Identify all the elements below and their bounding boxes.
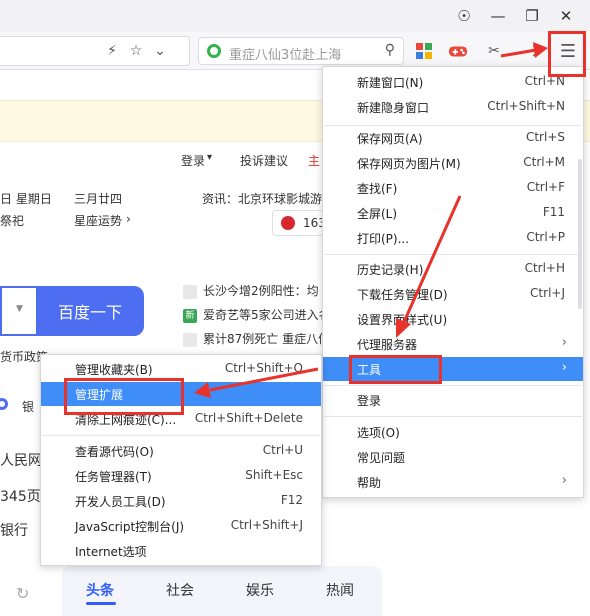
menu-item-help[interactable]: 帮助 › <box>323 470 583 494</box>
tab-entertainment[interactable]: 娱乐 <box>246 580 274 600</box>
menu-item-save-page[interactable]: 保存网页(A) Ctrl+S <box>323 126 583 150</box>
search-icon[interactable]: ⚲ <box>385 42 395 58</box>
lightning-icon[interactable]: ⚡ <box>102 41 122 61</box>
hot-item[interactable]: 新爱奇艺等5家公司进入名 <box>183 306 331 323</box>
radio-icon[interactable] <box>0 398 8 410</box>
scissors-icon[interactable]: ✂ <box>484 41 504 61</box>
menu-item-new-window[interactable]: 新建窗口(N) Ctrl+N <box>323 70 583 94</box>
chevron-right-icon: › <box>561 473 567 488</box>
left-link[interactable]: 人民网 <box>0 450 42 470</box>
left-link[interactable]: 银行 <box>0 520 28 540</box>
close-icon[interactable]: ✕ <box>554 4 578 28</box>
horoscope-chevron-icon: › <box>126 212 131 226</box>
date-weekday: 日 星期日 <box>0 192 52 206</box>
search-box[interactable]: 重症八仙3位赴上海 ⚲ <box>198 37 404 65</box>
tab-underline <box>86 602 116 605</box>
menu-item-proxy[interactable]: 代理服务器 › <box>323 332 583 356</box>
menu-item-theme[interactable]: 设置界面样式(U) <box>323 307 583 331</box>
caret-down-icon: ▼ <box>16 304 23 314</box>
baidu-search-input[interactable]: ▼ <box>0 286 36 336</box>
main-tab-link[interactable]: 主 <box>308 152 320 169</box>
menu-item-faq[interactable]: 常见问题 <box>323 445 583 469</box>
game-icon[interactable] <box>448 41 468 61</box>
chevron-right-icon: › <box>561 360 567 375</box>
annotation-box-extensions <box>64 378 184 415</box>
annotation-box-tools <box>349 355 442 384</box>
netease-icon <box>281 216 295 230</box>
address-bar[interactable]: ⚡ ☆ ⌄ <box>0 36 190 66</box>
login-link[interactable]: 登录 <box>181 152 205 169</box>
search-engine-icon <box>207 44 221 58</box>
menu-separator <box>42 435 320 436</box>
lunar-date: 三月廿四 <box>74 192 123 206</box>
submenu-item-js-console[interactable]: JavaScript控制台(J) Ctrl+Shift+J <box>41 514 321 538</box>
main-menu: 新建窗口(N) Ctrl+N 新建隐身窗口 Ctrl+Shift+N 保存网页(A)… <box>322 66 584 498</box>
star-icon[interactable]: ☆ <box>126 41 146 61</box>
refresh-icon[interactable]: ↻ <box>16 584 29 603</box>
login-caret-icon: ▾ <box>207 152 213 163</box>
submenu-item-internet-options[interactable]: Internet选项 <box>41 539 321 563</box>
search-icon <box>183 284 197 299</box>
search-placeholder: 重症八仙3位赴上海 <box>229 48 342 63</box>
menu-item-new-incognito[interactable]: 新建隐身窗口 Ctrl+Shift+N <box>323 95 583 119</box>
more-icon[interactable]: ⋮ <box>524 41 544 61</box>
menu-separator <box>324 385 582 386</box>
submenu-item-task-manager[interactable]: 任务管理器(T) Shift+Esc <box>41 464 321 488</box>
news-source[interactable]: 资讯：北京环球影城游 <box>202 190 322 207</box>
menu-item-options[interactable]: 选项(O) <box>323 420 583 444</box>
menu-item-history[interactable]: 历史记录(H) Ctrl+H <box>323 257 583 281</box>
tab-hot[interactable]: 热闻 <box>326 580 354 600</box>
mail-badge[interactable]: 163 <box>272 210 326 236</box>
menu-scrollbar[interactable] <box>578 159 582 309</box>
restore-icon[interactable]: ❐ <box>520 4 544 28</box>
radio-label[interactable]: 银 <box>22 398 34 415</box>
minimize-icon[interactable]: — <box>486 4 510 28</box>
left-link[interactable]: 345页 <box>0 486 41 506</box>
menu-item-login[interactable]: 登录 <box>323 388 583 412</box>
tab-headline[interactable]: 头条 <box>86 580 114 600</box>
chevron-right-icon: › <box>561 335 567 350</box>
search-icon <box>183 332 197 347</box>
annotation-box-menu-button <box>548 31 586 77</box>
complaint-link[interactable]: 投诉建议 <box>240 152 288 169</box>
menu-item-downloads[interactable]: 下载任务管理(D) Ctrl+J <box>323 282 583 306</box>
menu-item-save-as-image[interactable]: 保存网页为图片(M) Ctrl+M <box>323 151 583 175</box>
chevron-down-icon[interactable]: ⌄ <box>150 41 170 61</box>
hot-item[interactable]: 长沙今增2例阳性：均 <box>183 282 319 299</box>
title-bar: ☉ — ❐ ✕ <box>0 0 590 32</box>
festival-text: 祭祀 <box>0 214 25 228</box>
news-tabs: 头条 社会 娱乐 热闻 <box>62 566 382 616</box>
apps-icon[interactable] <box>414 41 434 61</box>
skin-icon[interactable]: ☉ <box>452 4 476 28</box>
new-tag: 新 <box>183 308 197 323</box>
submenu-item-devtools[interactable]: 开发人员工具(D) F12 <box>41 489 321 513</box>
menu-separator <box>324 416 582 417</box>
tab-society[interactable]: 社会 <box>166 580 194 600</box>
baidu-search-button[interactable]: 百度一下 <box>36 286 144 336</box>
menu-item-find[interactable]: 查找(F) Ctrl+F <box>323 176 583 200</box>
submenu-item-view-source[interactable]: 查看源代码(O) Ctrl+U <box>41 439 321 463</box>
menu-item-fullscreen[interactable]: 全屏(L) F11 <box>323 201 583 225</box>
horoscope-link[interactable]: 星座运势 <box>74 212 122 229</box>
menu-separator <box>324 254 582 255</box>
menu-item-print[interactable]: 打印(P)... Ctrl+P <box>323 226 583 250</box>
toolbar: ⚡ ☆ ⌄ 重症八仙3位赴上海 ⚲ ✂ ⋮ ☰ <box>0 32 590 70</box>
hot-item[interactable]: 累计87例死亡 重症八仙 <box>183 330 330 347</box>
